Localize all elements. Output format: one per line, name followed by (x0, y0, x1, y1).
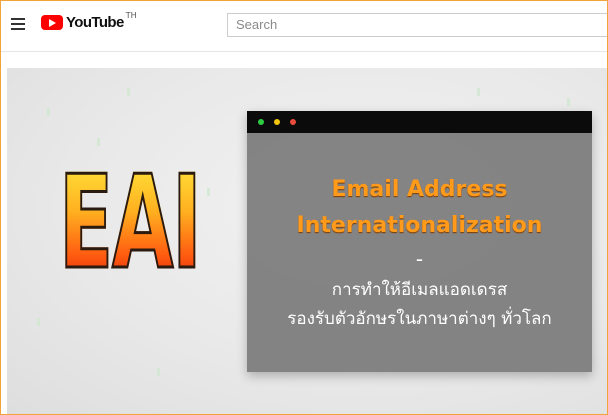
decor-sparkle (97, 138, 100, 146)
search-input[interactable]: Search (227, 13, 607, 37)
top-bar: YouTube TH Search (1, 1, 607, 52)
decor-sparkle (477, 88, 480, 96)
title-separator: - (415, 247, 424, 271)
title-line-1: Email Address (331, 177, 508, 202)
logo-text: YouTube (66, 14, 124, 31)
decor-sparkle (127, 88, 130, 96)
terminal-window: Email Address Internationalization - การ… (247, 111, 592, 372)
window-maximize-dot (258, 119, 264, 125)
window-titlebar (247, 111, 592, 133)
title-line-2: Internationalization (296, 213, 543, 238)
thai-subtitle-2: รองรับตัวอักษรในภาษาต่างๆ ทั่วโลก (287, 309, 552, 329)
decor-sparkle (47, 108, 50, 116)
menu-icon[interactable] (11, 18, 25, 30)
thai-subtitle-1: การทำให้อีเมลแอดเดรส (331, 280, 508, 300)
video-player[interactable]: EAI Email Address Internationalization -… (7, 68, 607, 414)
app-frame: YouTube TH Search EAI Email Address Inte… (0, 0, 608, 415)
decor-sparkle (157, 368, 160, 376)
eai-acronym: EAI (58, 149, 203, 298)
decor-sparkle (207, 188, 210, 196)
decor-sparkle (567, 98, 570, 106)
youtube-logo[interactable]: YouTube TH (41, 11, 137, 31)
logo-region: TH (125, 11, 137, 20)
window-close-dot (290, 119, 296, 125)
window-minimize-dot (274, 119, 280, 125)
youtube-play-icon (41, 15, 63, 30)
decor-sparkle (37, 318, 40, 326)
